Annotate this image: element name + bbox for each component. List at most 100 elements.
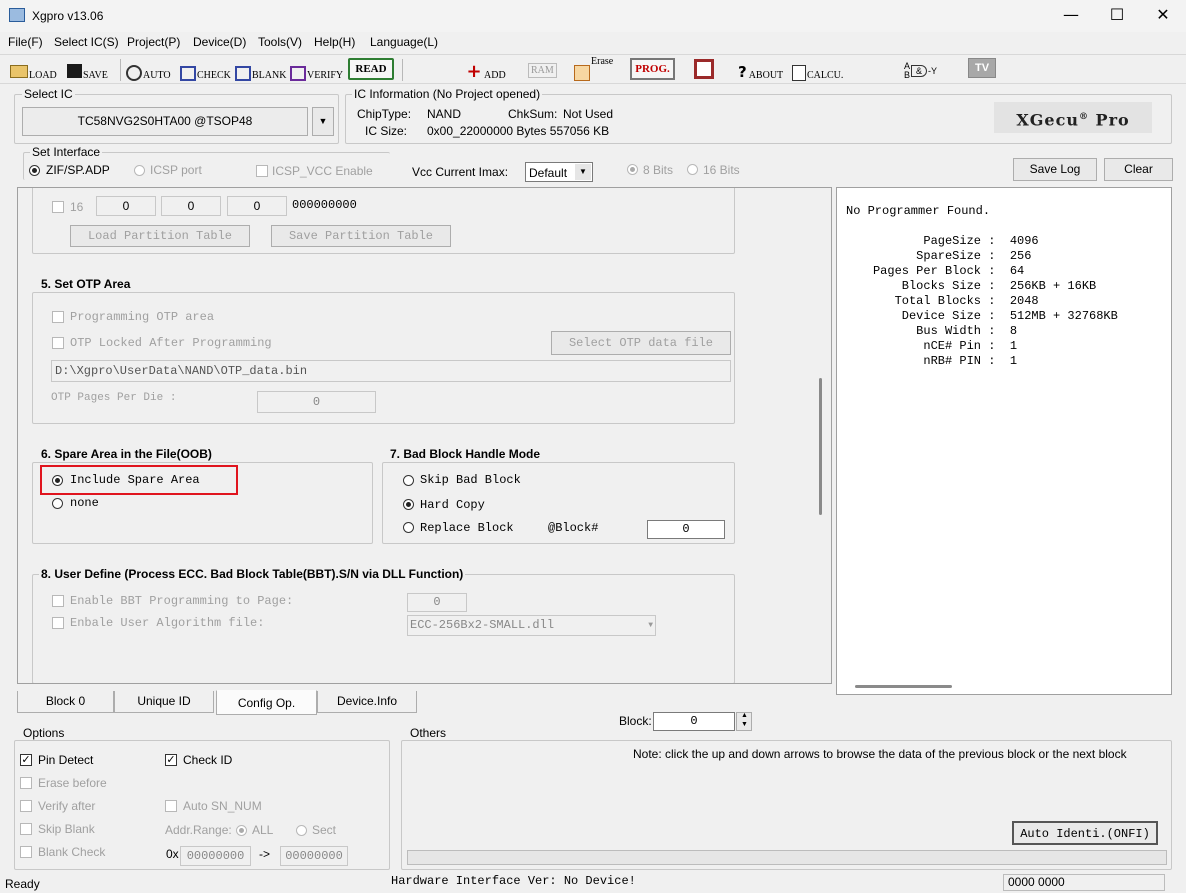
save-partition-table-button[interactable]: Save Partition Table: [271, 225, 451, 247]
addr-to-field[interactable]: 00000000: [280, 846, 348, 866]
prog-button[interactable]: PROG.: [630, 58, 675, 80]
checkmark-icon: ✓: [166, 754, 176, 766]
partition-row-checkbox[interactable]: [52, 201, 64, 213]
menu-select-ic[interactable]: Select IC(S): [54, 35, 119, 49]
calcu-button[interactable]: CALCU.: [792, 59, 843, 81]
addr-all-radio[interactable]: [236, 825, 247, 836]
partition-field-1[interactable]: 0: [96, 196, 156, 216]
block-number-field[interactable]: 0: [653, 712, 735, 731]
erase-button[interactable]: Erase: [574, 56, 613, 81]
verify-after-checkbox[interactable]: [20, 800, 32, 812]
title-bar: Xgpro v13.06 — ☐ ✕: [0, 0, 1186, 32]
config-scrollbar[interactable]: [819, 378, 822, 515]
others-label: Others: [408, 726, 449, 740]
check-id-checkbox[interactable]: ✓: [165, 754, 177, 766]
menu-language[interactable]: Language(L): [370, 35, 438, 49]
select-otp-data-file-button[interactable]: Select OTP data file: [551, 331, 731, 355]
hard-copy-radio[interactable]: [403, 499, 414, 510]
logic-test-button[interactable]: A B & -Y: [904, 60, 937, 82]
otp-locked-checkbox[interactable]: [52, 337, 64, 349]
dropdown-arrow-icon: ▼: [318, 116, 328, 126]
load-button[interactable]: LOAD: [10, 59, 57, 81]
skip-bad-block-label: Skip Bad Block: [420, 473, 521, 487]
16bits-radio[interactable]: [687, 164, 698, 175]
auto-sn-checkbox[interactable]: [165, 800, 177, 812]
menu-file[interactable]: File(F): [8, 35, 43, 49]
menu-project[interactable]: Project(P): [127, 35, 180, 49]
8bits-radio[interactable]: [627, 164, 638, 175]
ram-button[interactable]: RAM: [528, 59, 557, 81]
pin-detect-checkbox[interactable]: ✓: [20, 754, 32, 766]
addr-sect-radio[interactable]: [296, 825, 307, 836]
skip-blank-checkbox[interactable]: [20, 823, 32, 835]
enable-bbt-checkbox[interactable]: [52, 595, 64, 607]
load-partition-table-button[interactable]: Load Partition Table: [70, 225, 250, 247]
block-label: Block:: [619, 714, 652, 728]
maximize-button[interactable]: ☐: [1094, 0, 1140, 30]
tv-button[interactable]: TV: [968, 58, 996, 78]
logic-inputs: A B: [904, 61, 911, 80]
minimize-button[interactable]: —: [1048, 0, 1094, 30]
about-button[interactable]: ? ABOUT: [738, 59, 783, 81]
clear-log-button[interactable]: Clear: [1104, 158, 1173, 181]
spare-none-radio[interactable]: [52, 498, 63, 509]
icsp-radio[interactable]: [134, 165, 145, 176]
read-button[interactable]: READ: [348, 58, 394, 80]
partition-field-3[interactable]: 0: [227, 196, 287, 216]
16bits-label: 16 Bits: [703, 163, 740, 177]
skip-blank-label: Skip Blank: [38, 822, 95, 836]
selected-ic-field[interactable]: TC58NVG2S0HTA00 @TSOP48: [22, 107, 308, 136]
at-block-field[interactable]: 0: [647, 520, 725, 539]
icsp-vcc-checkbox[interactable]: [256, 165, 268, 177]
check-id-icon: [180, 66, 196, 81]
menu-device[interactable]: Device(D): [193, 35, 246, 49]
tab-unique-id[interactable]: Unique ID: [114, 691, 214, 713]
replace-block-radio[interactable]: [403, 522, 414, 533]
8bits-label: 8 Bits: [643, 163, 674, 177]
hard-copy-label: Hard Copy: [420, 498, 485, 512]
log-separator: :: [981, 354, 1010, 368]
log-info-row: nRB# PIN : 1: [837, 354, 1017, 369]
skip-bad-block-radio[interactable]: [403, 475, 414, 486]
tab-config-op[interactable]: Config Op.: [216, 690, 317, 715]
log-info-key: Pages Per Block: [872, 264, 981, 278]
otp-programming-checkbox[interactable]: [52, 311, 64, 323]
include-spare-radio[interactable]: [52, 475, 63, 486]
log-horizontal-scrollbar[interactable]: [855, 685, 952, 688]
vcc-imax-select[interactable]: Default ▼: [525, 162, 593, 182]
save-button[interactable]: SAVE: [67, 59, 108, 81]
blank-check-checkbox[interactable]: [20, 846, 32, 858]
addr-from-field[interactable]: 00000000: [180, 846, 251, 866]
block-browse-note: Note: click the up and down arrows to br…: [633, 747, 1127, 761]
block-spinner[interactable]: ▲ ▼: [736, 712, 752, 731]
auto-identify-onfi-button[interactable]: Auto Identi.(ONFI): [1012, 821, 1158, 845]
otp-file-path-field[interactable]: D:\Xgpro\UserData\NAND\OTP_data.bin: [51, 360, 731, 382]
partition-field-2[interactable]: 0: [161, 196, 221, 216]
up-arrow-icon[interactable]: ▲: [741, 712, 748, 719]
verify-button[interactable]: VERIFY: [290, 59, 343, 81]
otp-section-title: 5. Set OTP Area: [39, 277, 133, 291]
down-arrow-icon[interactable]: ▼: [741, 721, 748, 728]
add-button[interactable]: + ADD: [465, 59, 505, 82]
menu-tools[interactable]: Tools(V): [258, 35, 302, 49]
user-algorithm-select[interactable]: ECC-256Bx2-SMALL.dll ▼: [407, 615, 656, 636]
log-separator: :: [981, 339, 1010, 353]
spare-none-label: none: [70, 496, 99, 510]
save-log-button[interactable]: Save Log: [1013, 158, 1097, 181]
zif-radio[interactable]: [29, 165, 40, 176]
auto-button[interactable]: AUTO: [126, 59, 171, 81]
app-icon: [9, 8, 25, 22]
tab-device-info[interactable]: Device.Info: [317, 691, 417, 713]
chip-button[interactable]: [694, 57, 715, 79]
check-button[interactable]: CHECK: [180, 59, 231, 81]
close-button[interactable]: ✕: [1140, 0, 1186, 30]
bbt-page-field[interactable]: 0: [407, 593, 467, 612]
menu-help[interactable]: Help(H): [314, 35, 355, 49]
select-ic-dropdown-button[interactable]: ▼: [312, 107, 334, 136]
otp-pages-field[interactable]: 0: [257, 391, 376, 413]
user-algorithm-checkbox[interactable]: [52, 617, 64, 629]
blank-button[interactable]: BLANK: [235, 59, 286, 81]
erase-before-checkbox[interactable]: [20, 777, 32, 789]
tab-block-0[interactable]: Block 0: [17, 691, 114, 713]
chip-type-value: NAND: [427, 107, 462, 121]
